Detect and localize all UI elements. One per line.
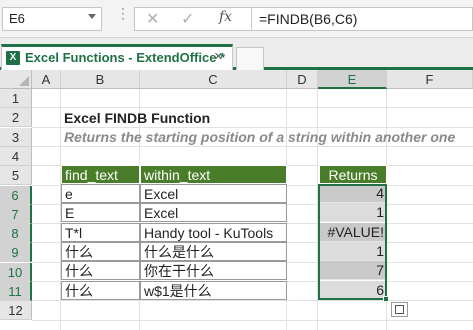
header-within-text[interactable]: within_text [140,165,287,184]
selection-range [318,184,387,300]
cell-find-text[interactable]: 什么 [61,261,140,281]
sheet-title: Excel FINDB Function [64,110,211,126]
row-header-1[interactable]: 1 [0,89,32,108]
row-header-9[interactable]: 9 [0,243,32,263]
header-find-text[interactable]: find_text [61,165,140,184]
cell-find-text[interactable]: e [61,184,140,203]
quick-analysis-icon [395,305,404,314]
cell-within-text[interactable]: 什么是什么 [140,241,287,261]
new-tab-button[interactable] [236,47,264,70]
gridline [32,107,473,109]
cancel-icon[interactable]: ✕ [146,9,159,29]
cell-within-text[interactable]: Excel [140,203,287,223]
enter-icon[interactable]: ✓ [181,9,194,29]
close-icon[interactable]: × [214,48,223,65]
formula-input[interactable]: =FINDB(B6,C6) [252,7,473,31]
column-header-c[interactable]: C [140,70,287,89]
tab-title: Excel Functions - ExtendOffice * [25,50,226,65]
row-header-12[interactable]: 12 [0,301,32,321]
column-header-a[interactable]: A [32,70,61,89]
gridline [32,126,473,128]
insert-function-icon[interactable]: fx [219,9,232,25]
sheet-subtitle: Returns the starting position of a strin… [64,129,456,145]
excel-icon: X [6,51,20,65]
header-returns[interactable]: Returns [319,165,387,184]
chevron-down-icon[interactable] [88,14,96,19]
column-header-d[interactable]: D [287,70,318,89]
more-icon: ⋮ [116,6,130,28]
row-header-2[interactable]: 2 [0,108,32,128]
select-all-icon [19,76,29,86]
row-header-4[interactable]: 4 [0,146,32,166]
cell-find-text[interactable]: 什么 [61,241,140,261]
row-header-6[interactable]: 6 [0,185,32,205]
column-header-e[interactable]: E [318,70,387,89]
gridline [32,319,473,321]
column-header-b[interactable]: B [61,70,140,89]
column-header-f[interactable]: F [387,70,473,89]
cell-within-text[interactable]: Excel [140,184,287,203]
fill-handle[interactable] [383,296,389,302]
row-header-11[interactable]: 11 [0,282,32,301]
cell-within-text[interactable]: w$1是什么 [140,280,287,300]
cell-find-text[interactable]: 什么 [61,280,140,300]
cell-find-text[interactable]: E [61,203,140,223]
cell-find-text[interactable]: T*l [61,222,140,242]
name-box[interactable]: E6 [2,7,102,31]
row-header-7[interactable]: 7 [0,204,32,224]
row-header-3[interactable]: 3 [0,127,32,147]
gridline [32,145,473,147]
row-header-8[interactable]: 8 [0,224,32,244]
row-header-5[interactable]: 5 [0,166,32,186]
cell-within-text[interactable]: 你在干什么 [140,261,287,281]
row-header-10[interactable]: 10 [0,262,32,282]
cell-within-text[interactable]: Handy tool - KuTools [140,222,287,242]
